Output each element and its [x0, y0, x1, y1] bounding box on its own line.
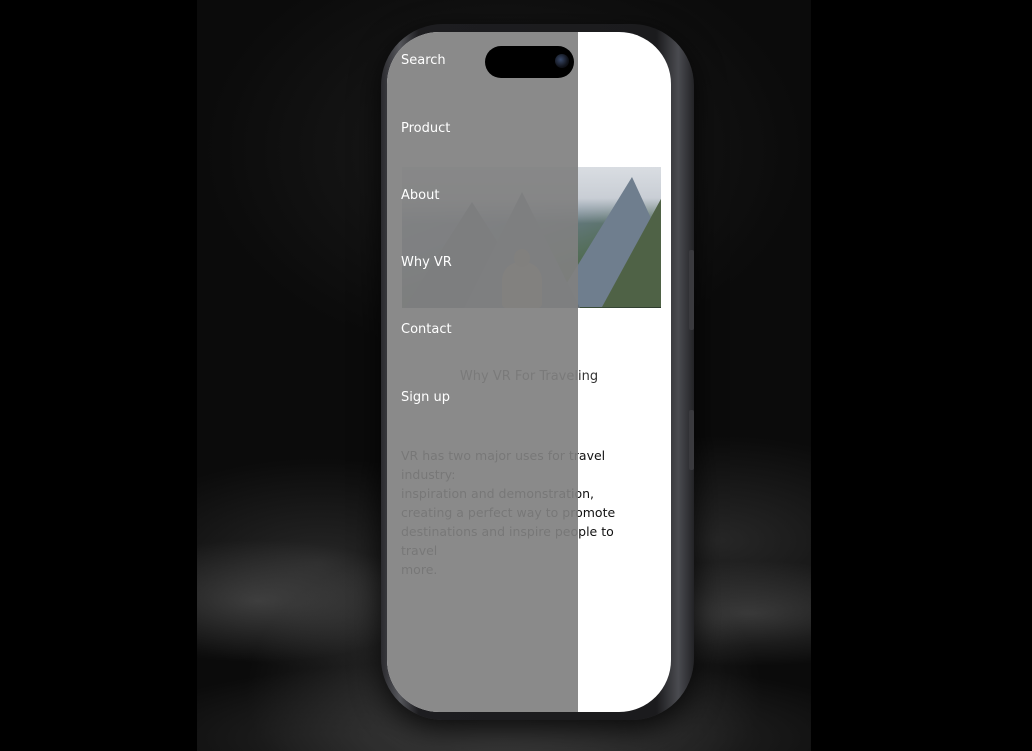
camera-icon — [555, 54, 569, 68]
menu-item-why-vr[interactable]: Why VR — [401, 255, 452, 270]
mockup-stage: Why VR For Traveling VR has two major us… — [0, 0, 1032, 751]
menu-item-contact[interactable]: Contact — [401, 322, 452, 337]
menu-item-search[interactable]: Search — [401, 53, 446, 68]
side-button — [689, 410, 694, 470]
phone-screen: Why VR For Traveling VR has two major us… — [387, 32, 671, 712]
menu-item-product[interactable]: Product — [401, 121, 450, 136]
side-button — [689, 250, 694, 330]
mountain-shape — [602, 197, 661, 307]
menu-item-about[interactable]: About — [401, 188, 439, 203]
menu-item-sign-up[interactable]: Sign up — [401, 390, 450, 405]
